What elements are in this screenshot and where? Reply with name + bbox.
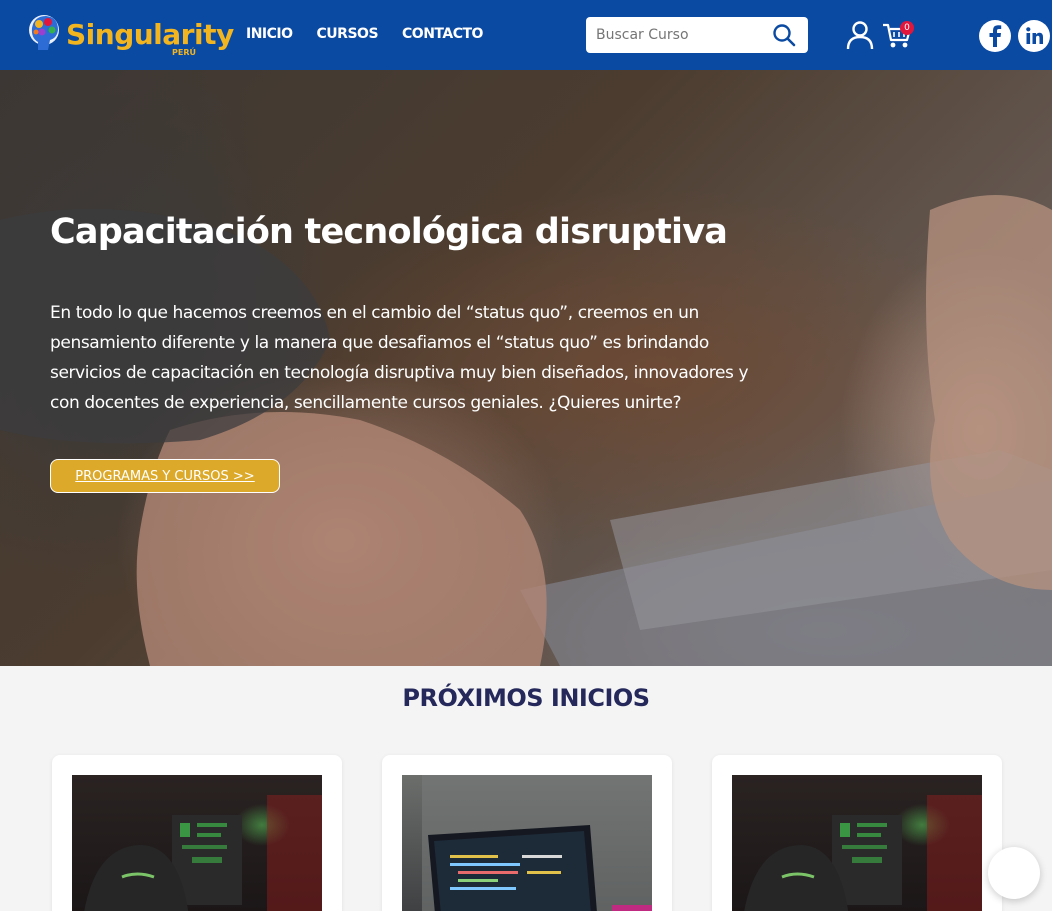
course-image[interactable] bbox=[732, 775, 982, 911]
search-icon[interactable] bbox=[772, 23, 796, 51]
cart-count-badge: 0 bbox=[900, 21, 914, 35]
search-input[interactable] bbox=[586, 27, 766, 43]
course-card[interactable] bbox=[52, 755, 342, 911]
nav-inicio[interactable]: INICIO bbox=[246, 26, 293, 42]
brain-logo-icon bbox=[29, 15, 59, 50]
user-icon[interactable] bbox=[846, 20, 874, 54]
hero-banner: Capacitación tecnológica disruptiva En t… bbox=[0, 70, 1052, 666]
nav-contacto[interactable]: CONTACTO bbox=[402, 26, 483, 42]
facebook-icon[interactable] bbox=[979, 20, 1011, 56]
course-image[interactable] bbox=[402, 775, 652, 911]
search-box bbox=[586, 17, 808, 53]
chat-widget-button[interactable] bbox=[988, 847, 1040, 899]
site-header: Singularity PERÚ INICIO CURSOS CONTACTO bbox=[0, 0, 1052, 70]
main-nav: INICIO CURSOS CONTACTO bbox=[246, 26, 483, 42]
logo-subtitle: PERÚ bbox=[172, 48, 196, 57]
hero-title: Capacitación tecnológica disruptiva bbox=[50, 212, 728, 252]
nav-cursos[interactable]: CURSOS bbox=[317, 26, 379, 42]
logo-text: Singularity bbox=[66, 18, 234, 51]
programs-courses-button[interactable]: PROGRAMAS Y CURSOS >> bbox=[50, 459, 280, 493]
section-title: PRÓXIMOS INICIOS bbox=[402, 684, 650, 712]
course-card[interactable] bbox=[712, 755, 1002, 911]
logo[interactable]: Singularity PERÚ bbox=[24, 10, 234, 60]
course-card[interactable] bbox=[382, 755, 672, 911]
linkedin-icon[interactable] bbox=[1018, 20, 1050, 56]
hero-description: En todo lo que hacemos creemos en el cam… bbox=[50, 303, 749, 413]
course-image[interactable] bbox=[72, 775, 322, 911]
